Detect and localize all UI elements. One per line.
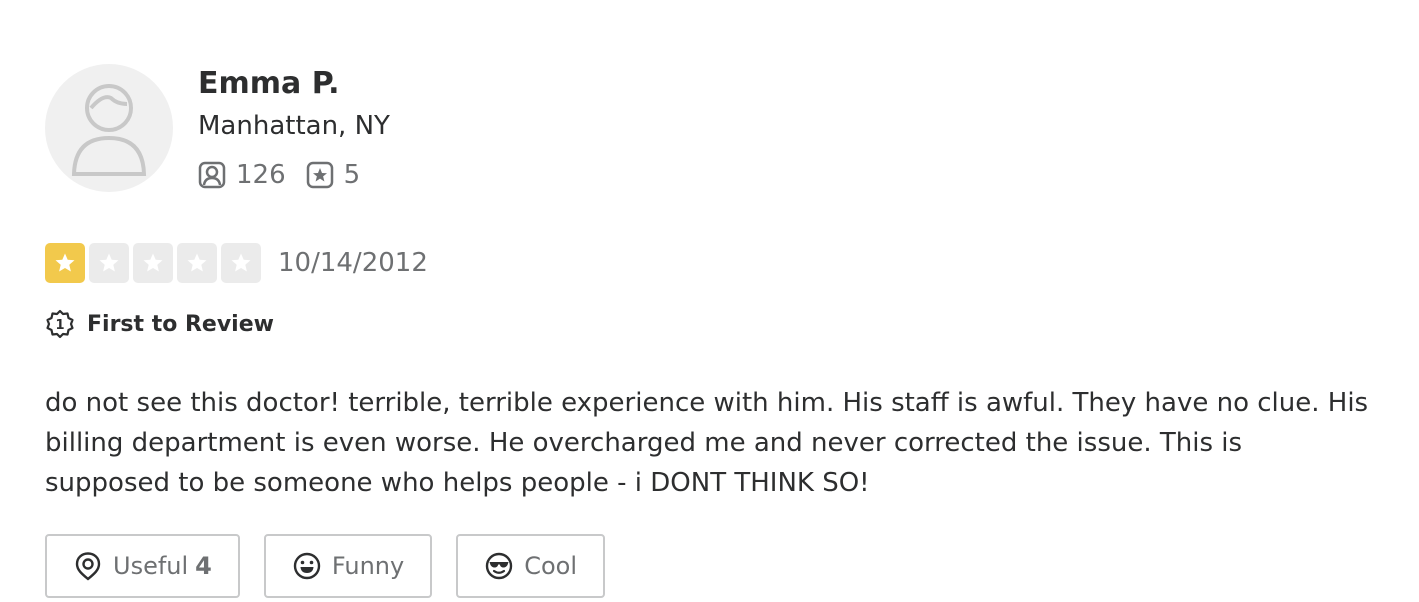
default-avatar-icon bbox=[71, 84, 147, 176]
friends-stat: 126 bbox=[198, 160, 286, 190]
star-icon bbox=[143, 253, 163, 272]
rating-row: 10/14/2012 bbox=[45, 242, 428, 284]
useful-count: 4 bbox=[195, 552, 212, 580]
first-review-icon: 1 bbox=[46, 309, 74, 339]
star-icon bbox=[187, 253, 207, 272]
review-star-icon bbox=[306, 161, 333, 189]
user-stats: 126 5 bbox=[198, 156, 380, 194]
reviews-stat: 5 bbox=[306, 160, 361, 190]
avatar[interactable] bbox=[45, 64, 173, 192]
star-4 bbox=[177, 243, 217, 283]
review-date: 10/14/2012 bbox=[278, 248, 428, 278]
funny-button[interactable]: Funny bbox=[263, 534, 433, 598]
cool-label: Cool bbox=[524, 552, 577, 580]
cool-icon bbox=[486, 552, 513, 580]
star-icon bbox=[99, 253, 119, 272]
star-2 bbox=[89, 243, 129, 283]
cool-button[interactable]: Cool bbox=[456, 534, 605, 598]
reviews-count: 5 bbox=[343, 160, 361, 190]
review-text: do not see this doctor! terrible, terrib… bbox=[45, 388, 1369, 498]
user-location: Manhattan, NY bbox=[198, 111, 390, 141]
funny-label: Funny bbox=[331, 552, 405, 580]
star-rating bbox=[45, 243, 265, 283]
useful-label: Useful bbox=[113, 552, 189, 580]
useful-icon bbox=[75, 552, 101, 581]
badge-label: First to Review bbox=[87, 311, 274, 337]
star-icon bbox=[55, 253, 75, 272]
star-1 bbox=[45, 243, 85, 283]
star-icon bbox=[231, 253, 251, 272]
useful-button[interactable]: Useful 4 bbox=[45, 534, 240, 598]
funny-icon bbox=[293, 552, 321, 580]
first-to-review-badge: 1 First to Review bbox=[45, 306, 274, 342]
friends-count: 126 bbox=[236, 160, 286, 190]
svg-text:1: 1 bbox=[55, 318, 64, 333]
user-name[interactable]: Emma P. bbox=[198, 64, 340, 104]
review-actions: Useful 4 Funny Cool bbox=[45, 534, 629, 598]
star-5 bbox=[221, 243, 261, 283]
friends-icon bbox=[198, 161, 226, 189]
star-3 bbox=[133, 243, 173, 283]
